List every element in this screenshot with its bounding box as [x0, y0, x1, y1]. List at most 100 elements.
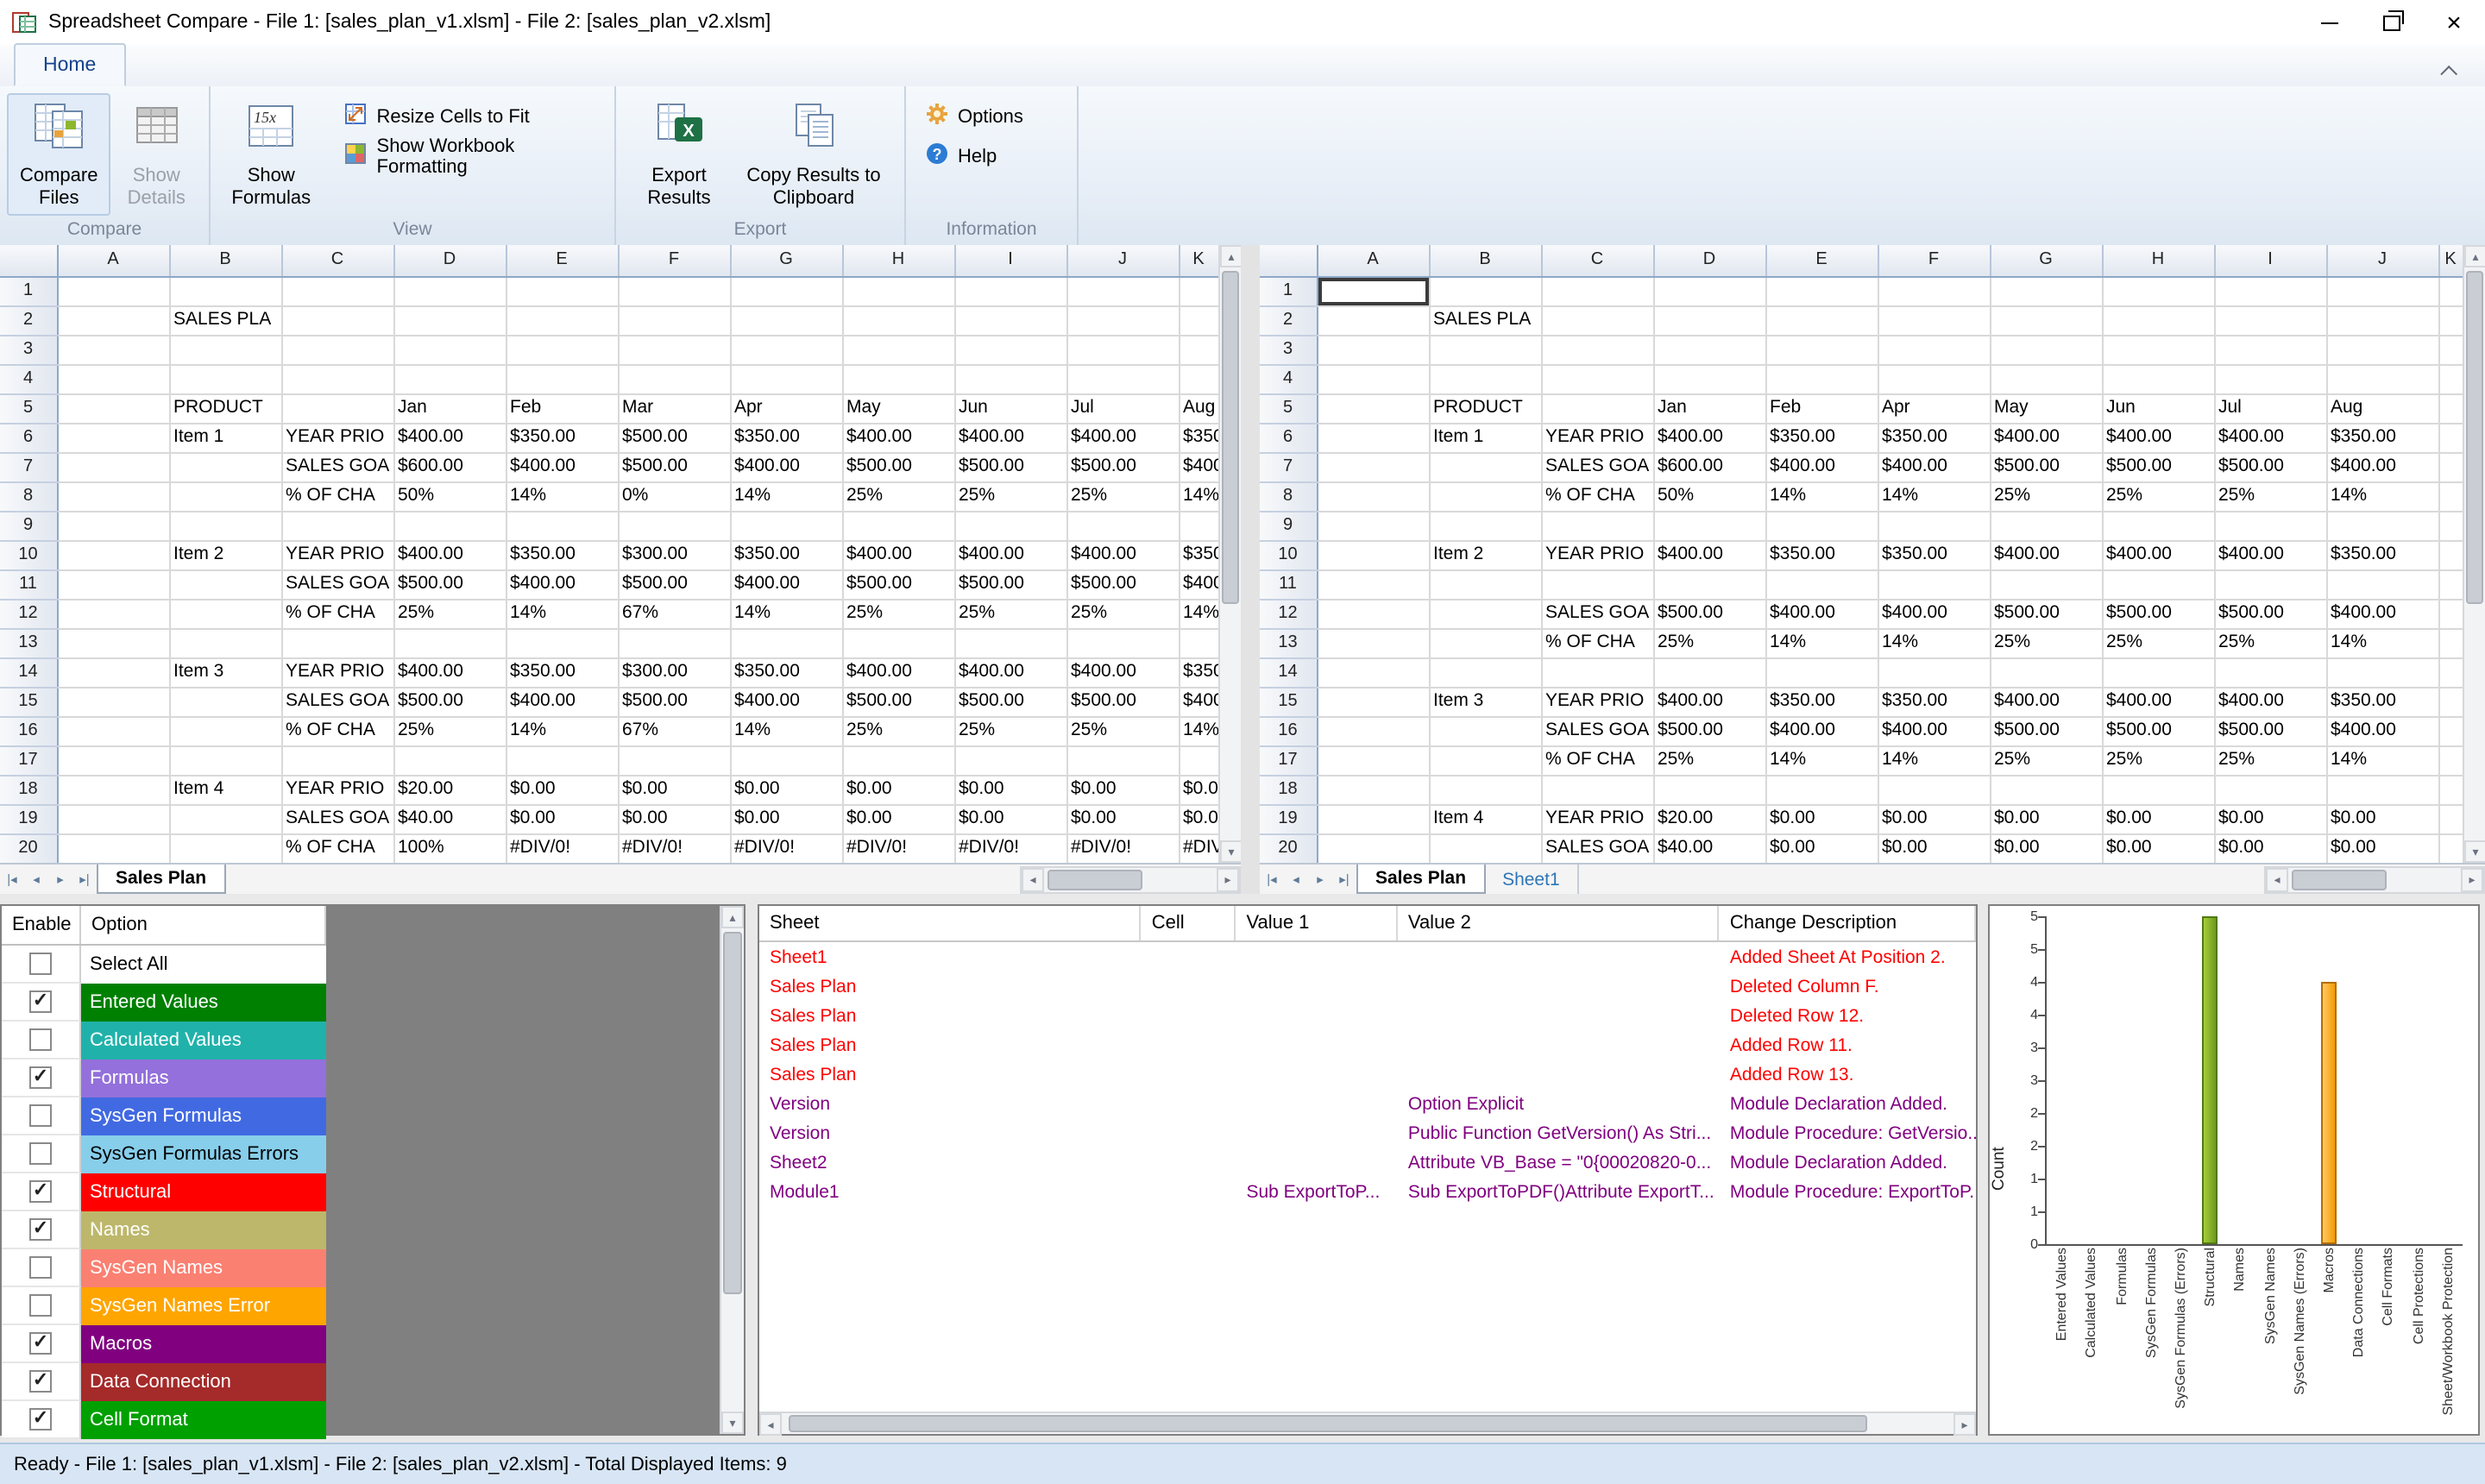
row-header-20[interactable]: 20	[0, 833, 57, 863]
cell-I12[interactable]: 25%	[954, 599, 1066, 628]
cell-D5[interactable]: Jan	[393, 393, 506, 423]
cell-K14[interactable]	[2438, 657, 2463, 687]
cell-G14[interactable]: $350.00	[730, 657, 842, 687]
cell-A7[interactable]	[1317, 452, 1429, 481]
cell-K8[interactable]: 14%	[1179, 481, 1218, 511]
cell-I4[interactable]	[954, 364, 1066, 393]
cell-F16[interactable]: $400.00	[1878, 716, 1990, 745]
cell-J7[interactable]: $500.00	[1066, 452, 1179, 481]
ribbon-collapse-button[interactable]	[2433, 55, 2468, 86]
cell-K15[interactable]	[2438, 687, 2463, 716]
cell-D17[interactable]	[393, 745, 506, 775]
cell-H10[interactable]: $400.00	[842, 540, 954, 569]
cell-E12[interactable]: 14%	[506, 599, 618, 628]
cell-H8[interactable]: 25%	[2102, 481, 2214, 511]
cell-H20[interactable]: #DIV/0!	[842, 833, 954, 863]
cell-H13[interactable]	[842, 628, 954, 657]
cell-G20[interactable]: #DIV/0!	[730, 833, 842, 863]
cell-F17[interactable]: 14%	[1878, 745, 1990, 775]
cell-H7[interactable]: $500.00	[842, 452, 954, 481]
cell-G11[interactable]: $400.00	[730, 569, 842, 599]
cell-H2[interactable]	[842, 305, 954, 335]
scrollbar-thumb[interactable]	[723, 932, 742, 1294]
row-header-1[interactable]: 1	[0, 276, 57, 305]
cell-B4[interactable]	[169, 364, 281, 393]
cell-J8[interactable]: 25%	[1066, 481, 1179, 511]
cell-K17[interactable]	[2438, 745, 2463, 775]
cell-B18[interactable]: Item 4	[169, 775, 281, 804]
cell-K9[interactable]	[2438, 511, 2463, 540]
cell-G10[interactable]: $350.00	[730, 540, 842, 569]
cell-K2[interactable]	[2438, 305, 2463, 335]
cell-E16[interactable]: 14%	[506, 716, 618, 745]
cell-K4[interactable]	[2438, 364, 2463, 393]
cell-J10[interactable]: $400.00	[1066, 540, 1179, 569]
cell-A13[interactable]	[57, 628, 169, 657]
cell-H12[interactable]: $500.00	[2102, 599, 2214, 628]
cell-F16[interactable]: 67%	[618, 716, 730, 745]
results-header-cell[interactable]: Cell	[1142, 906, 1236, 940]
cell-F3[interactable]	[1878, 335, 1990, 364]
cell-A8[interactable]	[57, 481, 169, 511]
cell-H6[interactable]: $400.00	[842, 423, 954, 452]
cell-C4[interactable]	[281, 364, 393, 393]
cell-E5[interactable]: Feb	[1765, 393, 1878, 423]
cell-I2[interactable]	[954, 305, 1066, 335]
cell-E9[interactable]	[1765, 511, 1878, 540]
checkbox-formulas[interactable]: ✓	[29, 1066, 52, 1089]
file2-vertical-scrollbar[interactable]: ▴ ▾	[2463, 245, 2485, 863]
column-header-H[interactable]: H	[2102, 245, 2214, 276]
cell-E17[interactable]: 14%	[1765, 745, 1878, 775]
results-header-value-2[interactable]: Value 2	[1398, 906, 1720, 940]
cell-E20[interactable]: #DIV/0!	[506, 833, 618, 863]
cell-C11[interactable]: SALES GOA	[281, 569, 393, 599]
cell-G2[interactable]	[730, 305, 842, 335]
cell-G4[interactable]	[1990, 364, 2102, 393]
cell-G1[interactable]	[1990, 276, 2102, 305]
cell-B1[interactable]	[1429, 276, 1541, 305]
cell-E2[interactable]	[506, 305, 618, 335]
cell-F10[interactable]: $350.00	[1878, 540, 1990, 569]
cell-K12[interactable]: 14%	[1179, 599, 1218, 628]
cell-F20[interactable]: #DIV/0!	[618, 833, 730, 863]
copy-results-button[interactable]: Copy Results to Clipboard	[733, 93, 895, 216]
cell-H16[interactable]: $500.00	[2102, 716, 2214, 745]
cell-A1[interactable]	[57, 276, 169, 305]
cell-C15[interactable]: YEAR PRIO	[1541, 687, 1653, 716]
row-header-4[interactable]: 4	[0, 364, 57, 393]
checkbox-sysgen-formulas[interactable]	[29, 1104, 52, 1127]
row-header-17[interactable]: 17	[0, 745, 57, 775]
file1-tab-last-icon[interactable]: ▸|	[72, 865, 97, 894]
cell-K16[interactable]: 14%	[1179, 716, 1218, 745]
cell-H15[interactable]: $500.00	[842, 687, 954, 716]
cell-C13[interactable]: % OF CHA	[1541, 628, 1653, 657]
row-header-18[interactable]: 18	[0, 775, 57, 804]
row-header-7[interactable]: 7	[1260, 452, 1317, 481]
cell-J3[interactable]	[2326, 335, 2438, 364]
cell-B16[interactable]	[1429, 716, 1541, 745]
row-header-14[interactable]: 14	[0, 657, 57, 687]
row-header-13[interactable]: 13	[0, 628, 57, 657]
column-header-F[interactable]: F	[1878, 245, 1990, 276]
compare-files-button[interactable]: Compare Files	[7, 93, 110, 216]
cell-J9[interactable]	[2326, 511, 2438, 540]
cell-J16[interactable]: 25%	[1066, 716, 1179, 745]
select-all-corner[interactable]	[0, 245, 57, 276]
cell-B7[interactable]	[169, 452, 281, 481]
cell-B2[interactable]: SALES PLA	[1429, 305, 1541, 335]
cell-E19[interactable]: $0.00	[1765, 804, 1878, 833]
option-row-data-connection[interactable]: ✓Data Connection	[2, 1363, 326, 1401]
row-header-7[interactable]: 7	[0, 452, 57, 481]
file2-tab-last-icon[interactable]: ▸|	[1332, 865, 1356, 894]
cell-D9[interactable]	[1653, 511, 1765, 540]
column-header-E[interactable]: E	[506, 245, 618, 276]
cell-D14[interactable]: $400.00	[393, 657, 506, 687]
cell-A5[interactable]	[57, 393, 169, 423]
option-row-formulas[interactable]: ✓Formulas	[2, 1060, 326, 1097]
file2-tab-prev-icon[interactable]: ◂	[1284, 865, 1308, 894]
file2-sheet-tab-sales-plan[interactable]: Sales Plan	[1356, 865, 1485, 894]
cell-J4[interactable]	[1066, 364, 1179, 393]
result-row-6[interactable]: VersionOption ExplicitModule Declaration…	[759, 1089, 1976, 1118]
cell-B6[interactable]: Item 1	[1429, 423, 1541, 452]
cell-I13[interactable]	[954, 628, 1066, 657]
